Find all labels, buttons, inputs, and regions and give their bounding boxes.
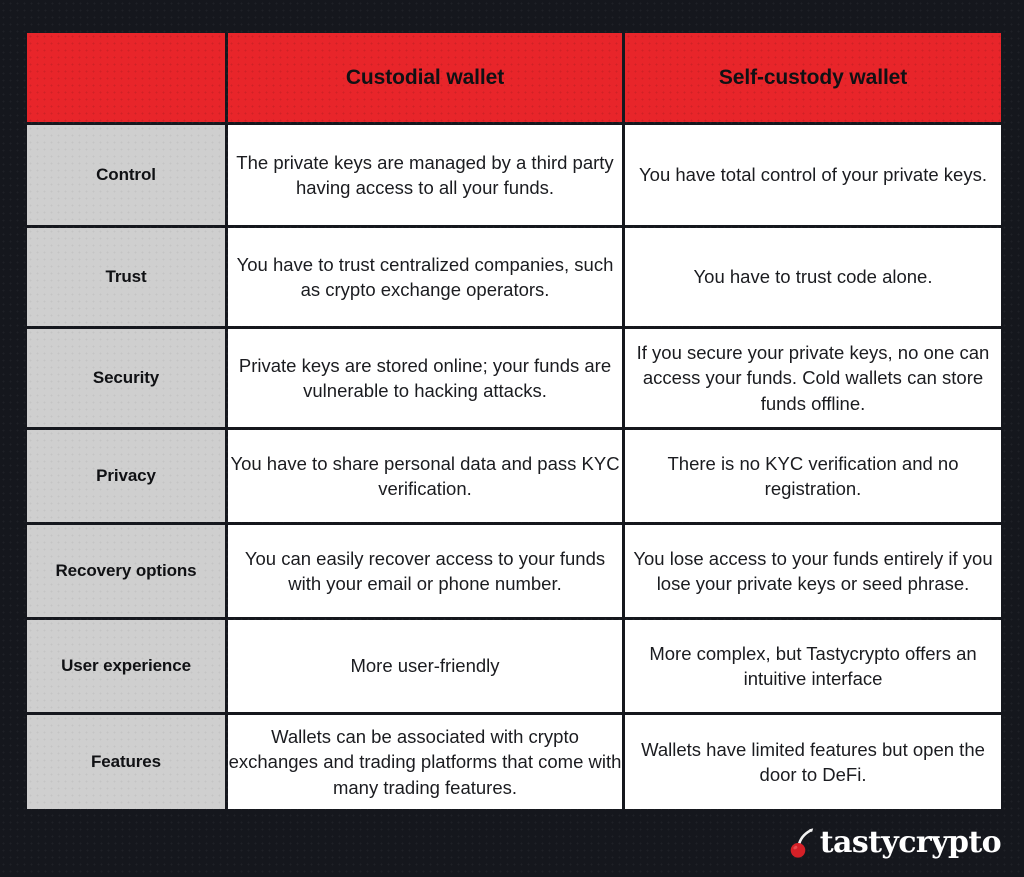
cell-user-experience-custodial: More user-friendly — [228, 620, 622, 712]
cell-text: You have to trust code alone. — [693, 266, 933, 288]
cell-security-self-custody: If you secure your private keys, no one … — [625, 329, 1001, 427]
cell-user-experience-self-custody: More complex, but Tastycrypto offers an … — [625, 620, 1001, 712]
row-label-security: Security — [27, 329, 225, 427]
cell-text: You have to share personal data and pass… — [230, 452, 620, 499]
cell-text: You have to trust centralized companies,… — [236, 253, 614, 300]
cell-recovery-custodial: You can easily recover access to your fu… — [228, 525, 622, 617]
cell-privacy-self-custody: There is no KYC verification and no regi… — [625, 430, 1001, 522]
table-row: Security Private keys are stored online;… — [27, 329, 1001, 427]
cell-text: Wallets have limited features but open t… — [641, 738, 985, 785]
row-label-privacy: Privacy — [27, 430, 225, 522]
wallet-comparison-table: Custodial wallet Self-custody wallet Con… — [24, 30, 1004, 812]
cell-text: If you secure your private keys, no one … — [636, 342, 990, 414]
tastycrypto-logo: tastycrypto — [789, 820, 1002, 866]
cell-control-self-custody: You have total control of your private k… — [625, 125, 1001, 225]
table-row: Recovery options You can easily recover … — [27, 525, 1001, 617]
row-label-user-experience: User experience — [27, 620, 225, 712]
cell-text: You can easily recover access to your fu… — [244, 547, 606, 594]
table-row: Features Wallets can be associated with … — [27, 715, 1001, 809]
table-row: Trust You have to trust centralized comp… — [27, 228, 1001, 326]
table-header-self-custody-wallet: Self-custody wallet — [625, 33, 1001, 122]
cell-recovery-self-custody: You lose access to your funds entirely i… — [625, 525, 1001, 617]
cell-text: There is no KYC verification and no regi… — [667, 452, 959, 499]
table-row: User experience More user-friendly More … — [27, 620, 1001, 712]
cell-trust-self-custody: You have to trust code alone. — [625, 228, 1001, 326]
cell-text: You lose access to your funds entirely i… — [633, 547, 993, 594]
table-header: Custodial wallet Self-custody wallet — [27, 33, 1001, 122]
cell-text: You have total control of your private k… — [639, 164, 987, 186]
cell-text: Wallets can be associated with crypto ex… — [228, 726, 622, 798]
row-label-features: Features — [27, 715, 225, 809]
table-header-custodial-wallet: Custodial wallet — [228, 33, 622, 122]
comparison-infographic: Custodial wallet Self-custody wallet Con… — [0, 0, 1024, 877]
logo-wordmark: tastycrypto — [819, 825, 1002, 860]
cell-security-custodial: Private keys are stored online; your fun… — [228, 329, 622, 427]
cell-features-custodial: Wallets can be associated with crypto ex… — [228, 715, 622, 809]
cell-text: The private keys are managed by a third … — [236, 151, 614, 198]
cell-text: Private keys are stored online; your fun… — [238, 354, 612, 401]
cell-trust-custodial: You have to trust centralized companies,… — [228, 228, 622, 326]
row-label-recovery-options: Recovery options — [27, 525, 225, 617]
cell-text: More user-friendly — [350, 655, 500, 677]
cell-privacy-custodial: You have to share personal data and pass… — [228, 430, 622, 522]
cell-text: More complex, but Tastycrypto offers an … — [649, 642, 977, 689]
row-label-control: Control — [27, 125, 225, 225]
table-header-blank — [27, 33, 225, 122]
cherry-icon — [789, 828, 815, 858]
table-body: Control The private keys are managed by … — [27, 125, 1001, 809]
table-row: Control The private keys are managed by … — [27, 125, 1001, 225]
table-header-row: Custodial wallet Self-custody wallet — [27, 33, 1001, 122]
cell-features-self-custody: Wallets have limited features but open t… — [625, 715, 1001, 809]
table-row: Privacy You have to share personal data … — [27, 430, 1001, 522]
row-label-trust: Trust — [27, 228, 225, 326]
cell-control-custodial: The private keys are managed by a third … — [228, 125, 622, 225]
